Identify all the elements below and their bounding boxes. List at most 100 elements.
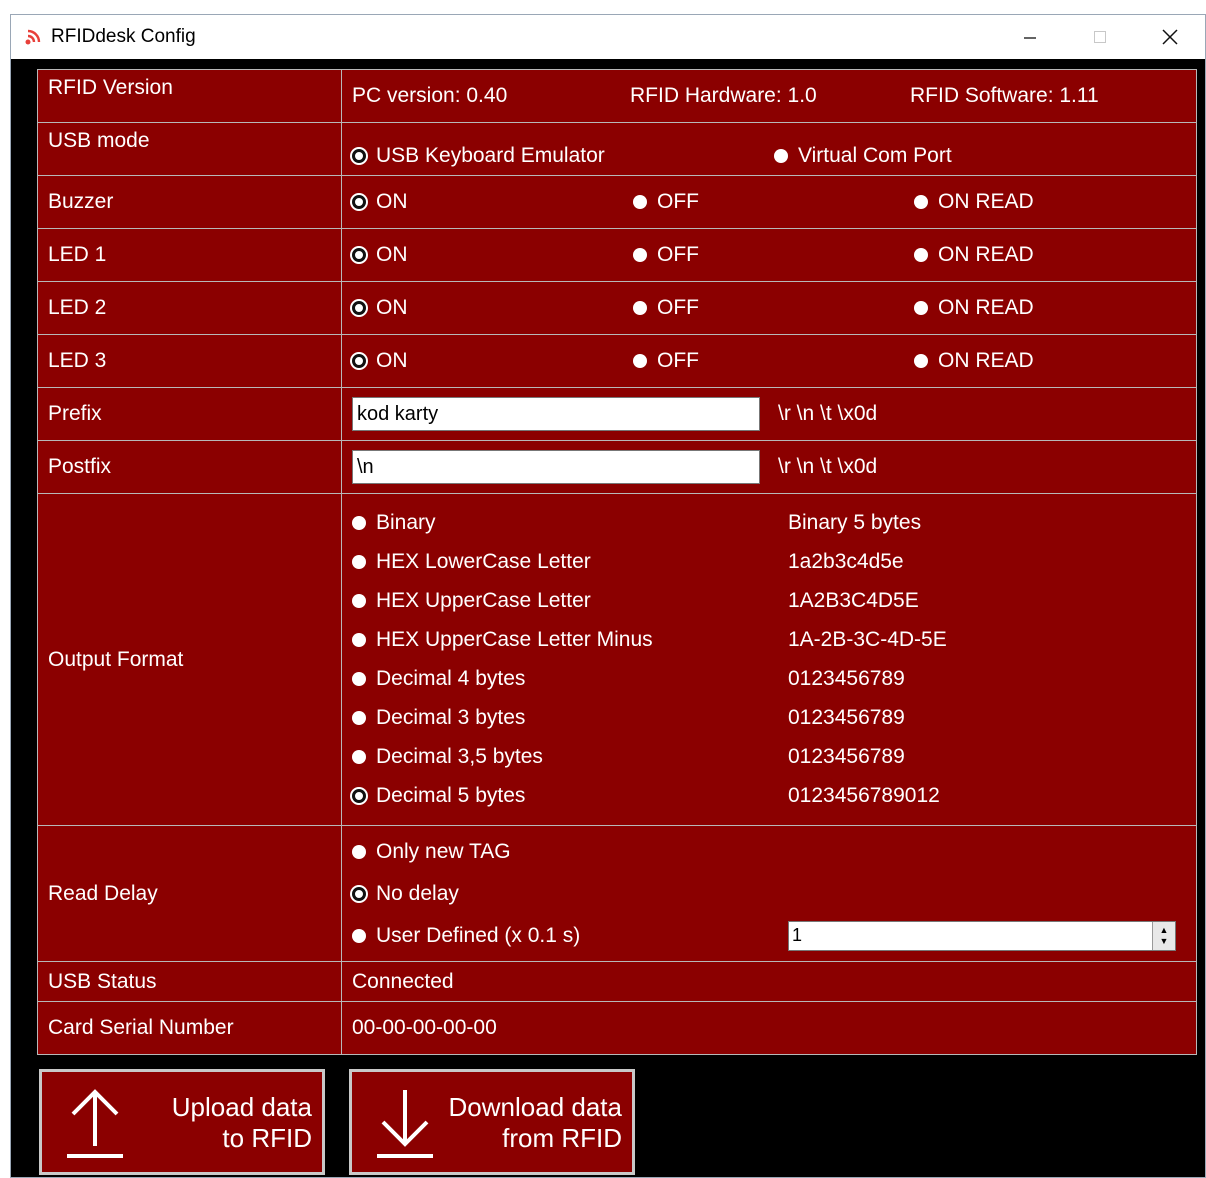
led3-on-read-radio[interactable]: ON READ [914,349,1034,373]
radio-selected-icon [352,248,366,262]
delay-option-user-defined[interactable]: User Defined (x 0.1 s) [352,924,580,948]
led3-label: LED 3 [37,334,342,388]
led1-off-radio[interactable]: OFF [633,243,914,267]
config-table: RFID Version PC version: 0.40 RFID Hardw… [37,69,1197,1055]
postfix-escape-hint: \r \n \t \x0d [778,455,878,478]
row-buzzer: Buzzer ON OFF ON READ [37,175,1197,229]
user-delay-spinbox[interactable]: 1 ▲ ▼ [788,920,1176,951]
delay-option-no-delay[interactable]: No delay [352,873,1176,915]
buzzer-off-radio[interactable]: OFF [633,190,914,214]
prefix-label: Prefix [37,387,342,441]
row-prefix: Prefix \r \n \t \x0d [37,387,1197,441]
row-led1: LED 1 ON OFF ON READ [37,228,1197,282]
minimize-button[interactable] [995,15,1065,59]
format-option-hex-uppercase[interactable]: HEX UpperCase Letter 1A2B3C4D5E [352,582,1186,621]
close-button[interactable] [1135,15,1205,59]
output-format-label: Output Format [37,493,342,826]
usb-mode-label: USB mode [37,122,342,176]
window-title: RFIDdesk Config [51,26,196,47]
row-led3: LED 3 ON OFF ON READ [37,334,1197,388]
rfid-version-label: RFID Version [37,69,342,123]
radio-icon [352,672,366,686]
led2-on-read-radio[interactable]: ON READ [914,296,1034,320]
radio-icon [352,516,366,530]
format-example: 1a2b3c4d5e [788,550,904,573]
format-example: 1A-2B-3C-4D-5E [788,628,947,651]
buzzer-label: Buzzer [37,175,342,229]
radio-icon [774,149,788,163]
radio-icon [352,555,366,569]
radio-icon [352,594,366,608]
radio-icon [633,195,647,209]
row-read-delay: Read Delay Only new TAG No delay User De… [37,825,1197,962]
virtual-com-port-radio[interactable]: Virtual Com Port [774,144,952,168]
arrow-up-icon [64,1086,126,1165]
prefix-input[interactable] [352,397,760,431]
row-output-format: Output Format Binary Binary 5 bytes HEX … [37,493,1197,826]
format-option-decimal-3-5-bytes[interactable]: Decimal 3,5 bytes 0123456789 [352,738,1186,777]
spin-up-icon[interactable]: ▲ [1160,925,1169,936]
spin-down-icon[interactable]: ▼ [1160,936,1169,947]
radio-selected-icon [352,195,366,209]
postfix-input[interactable] [352,450,760,484]
delay-option-only-new-tag[interactable]: Only new TAG [352,831,1176,873]
led1-on-radio[interactable]: ON [352,243,633,267]
format-option-hex-uppercase-minus[interactable]: HEX UpperCase Letter Minus 1A-2B-3C-4D-5… [352,621,1186,660]
radio-icon [633,248,647,262]
arrow-down-icon [374,1086,436,1165]
format-example: 0123456789012 [788,784,940,807]
format-option-binary[interactable]: Binary Binary 5 bytes [352,504,1186,543]
radio-icon [352,928,366,943]
buzzer-on-radio[interactable]: ON [352,190,633,214]
format-example: 1A2B3C4D5E [788,589,919,612]
format-example: 0123456789 [788,667,905,690]
radio-icon [633,301,647,315]
row-rfid-version: RFID Version PC version: 0.40 RFID Hardw… [37,69,1197,123]
pc-version: PC version: 0.40 [352,84,508,107]
format-option-hex-lowercase[interactable]: HEX LowerCase Letter 1a2b3c4d5e [352,543,1186,582]
format-example: Binary 5 bytes [788,511,922,534]
radio-selected-icon [352,789,366,803]
usb-keyboard-emulator-radio[interactable]: USB Keyboard Emulator [352,144,774,168]
radio-icon [352,844,366,859]
row-postfix: Postfix \r \n \t \x0d [37,440,1197,494]
radio-icon [633,354,647,368]
rfid-hardware-version: RFID Hardware: 1.0 [630,84,817,107]
user-delay-value: 1 [792,925,803,945]
radio-selected-icon [352,301,366,315]
download-label-line1: Download data [448,1092,622,1122]
spin-arrows[interactable]: ▲ ▼ [1152,921,1175,950]
format-option-decimal-4-bytes[interactable]: Decimal 4 bytes 0123456789 [352,660,1186,699]
card-serial-label: Card Serial Number [37,1001,342,1055]
radio-icon [352,633,366,647]
upload-label-line1: Upload data [171,1092,312,1122]
led3-on-radio[interactable]: ON [352,349,633,373]
format-example: 0123456789 [788,706,905,729]
download-label-line2: from RFID [502,1123,622,1153]
led1-label: LED 1 [37,228,342,282]
card-serial-value: 00-00-00-00-00 [341,1001,1197,1055]
app-window: RFIDdesk Config RFID Version PC version:… [10,14,1206,1178]
led2-off-radio[interactable]: OFF [633,296,914,320]
radio-selected-icon [352,354,366,368]
maximize-button[interactable] [1065,15,1135,59]
rfid-software-version: RFID Software: 1.11 [910,84,1099,107]
row-led2: LED 2 ON OFF ON READ [37,281,1197,335]
led3-off-radio[interactable]: OFF [633,349,914,373]
read-delay-label: Read Delay [37,825,342,962]
led1-on-read-radio[interactable]: ON READ [914,243,1034,267]
format-option-decimal-5-bytes[interactable]: Decimal 5 bytes 0123456789012 [352,777,1186,816]
radio-selected-icon [352,149,366,163]
row-usb-mode: USB mode USB Keyboard Emulator Virtual C… [37,122,1197,176]
radio-selected-icon [352,886,366,901]
download-from-rfid-button[interactable]: Download data from RFID [349,1069,635,1175]
radio-icon [352,750,366,764]
upload-label-line2: to RFID [222,1123,312,1153]
format-option-decimal-3-bytes[interactable]: Decimal 3 bytes 0123456789 [352,699,1186,738]
radio-icon [914,248,928,262]
led2-label: LED 2 [37,281,342,335]
led2-on-radio[interactable]: ON [352,296,633,320]
rfid-signal-icon [19,23,47,51]
buzzer-on-read-radio[interactable]: ON READ [914,190,1034,214]
upload-to-rfid-button[interactable]: Upload data to RFID [39,1069,325,1175]
